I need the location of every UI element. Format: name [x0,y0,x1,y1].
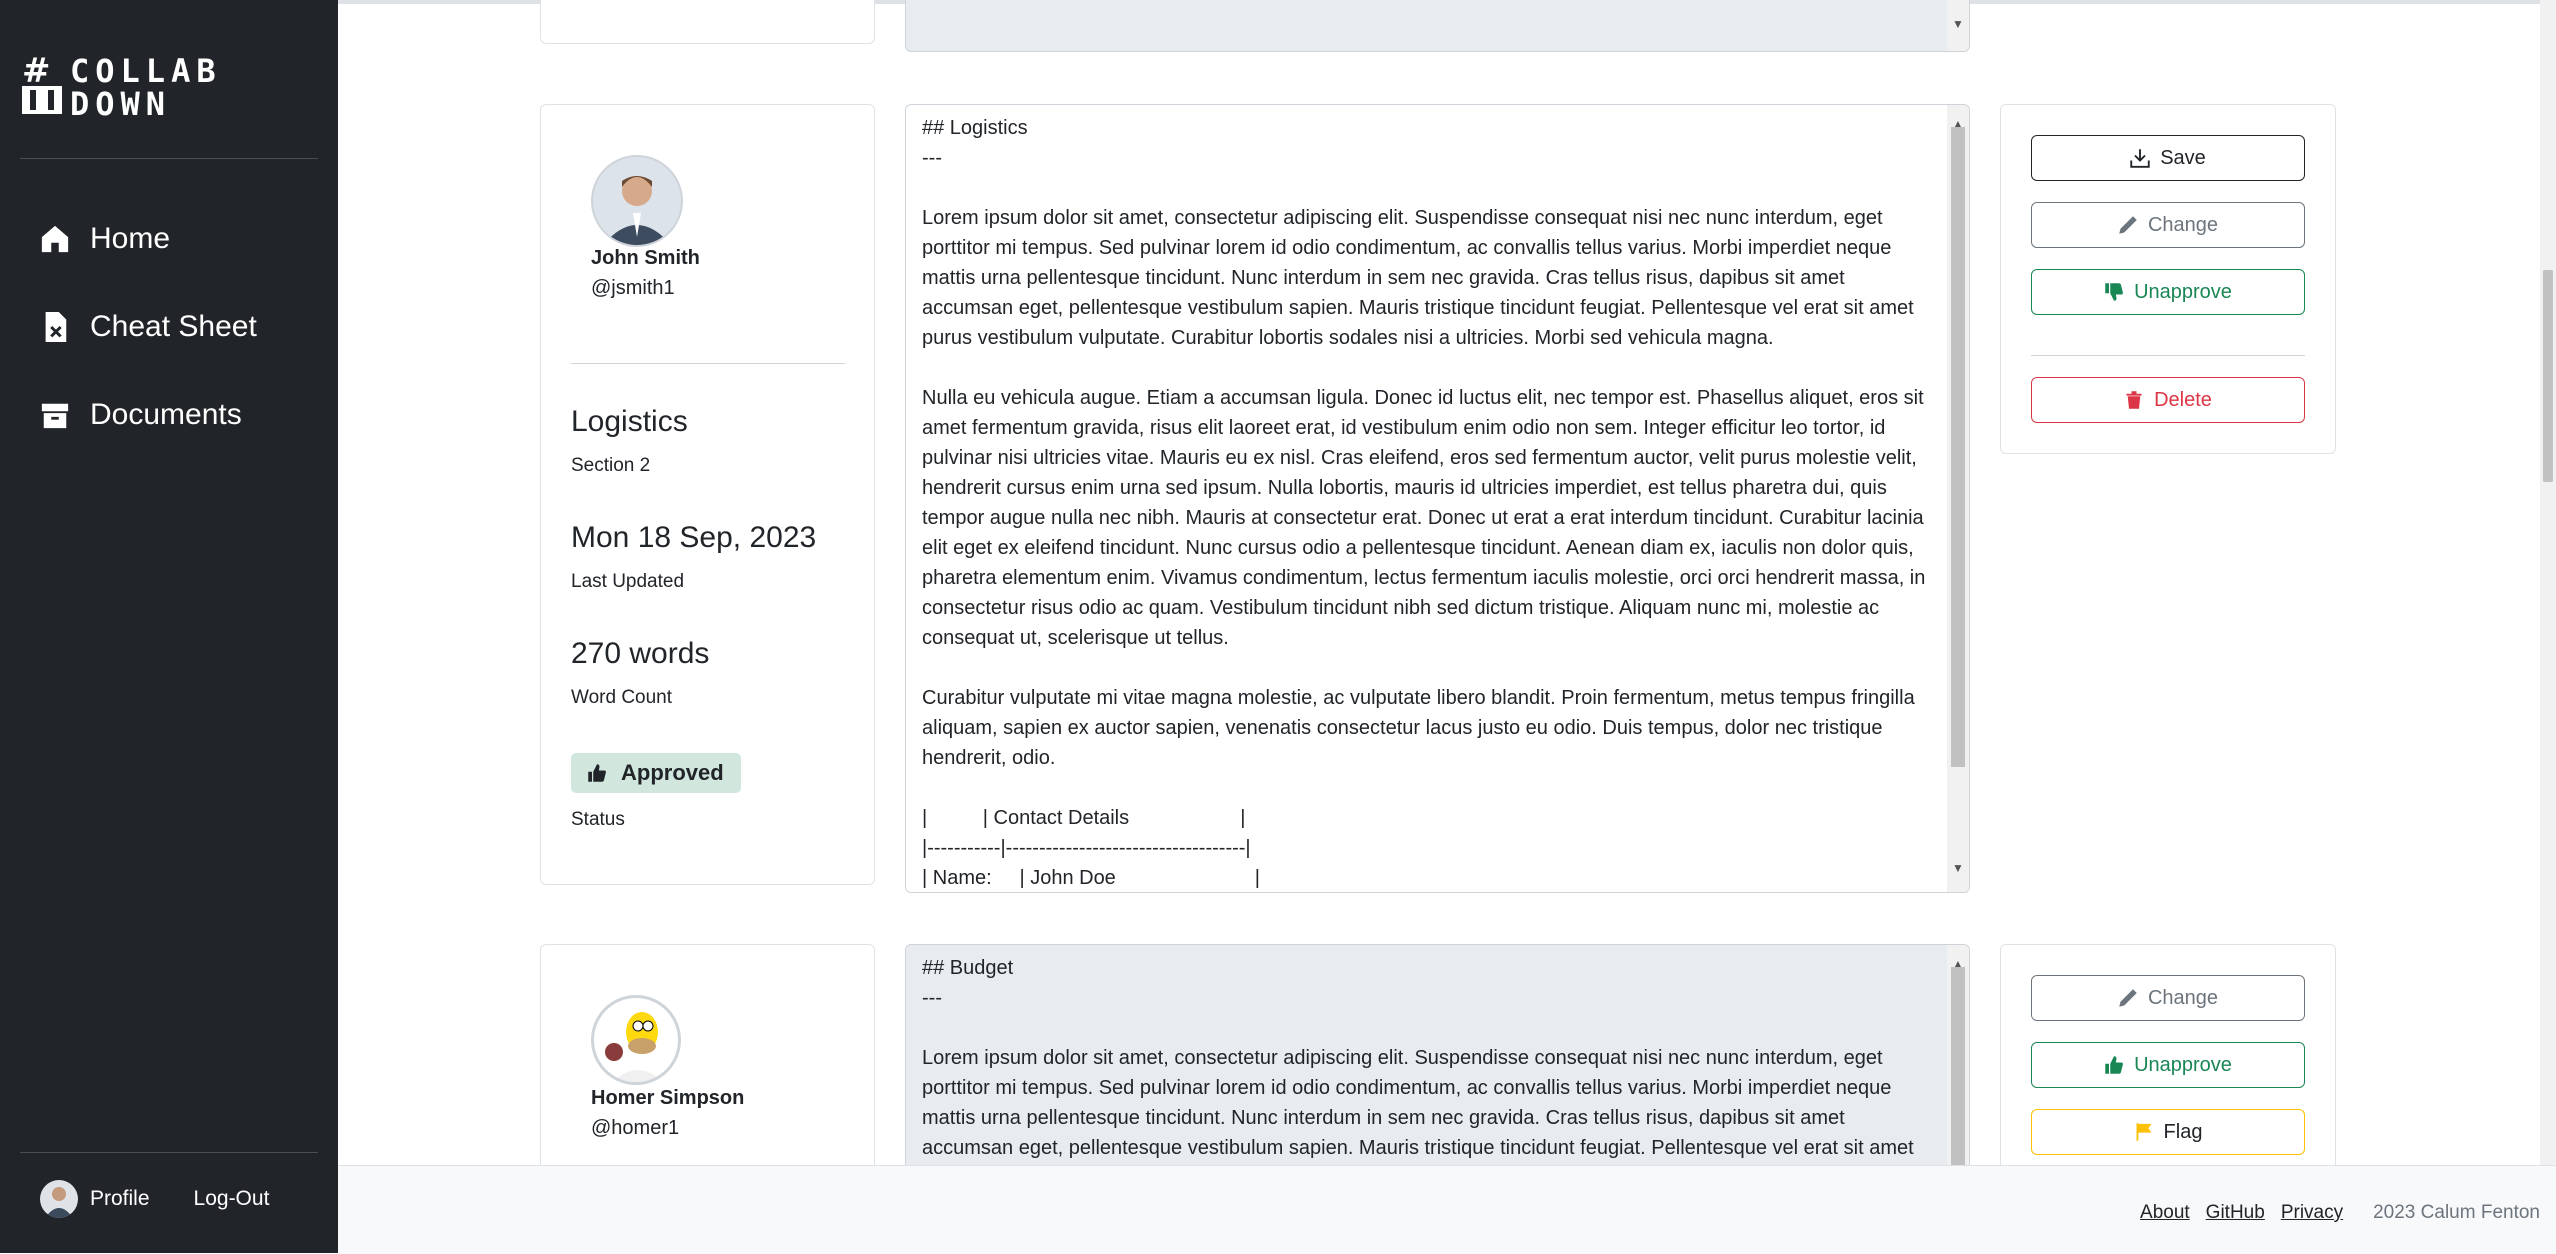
sidebar-item-home[interactable]: Home [40,222,170,256]
save-button[interactable]: Save [2031,135,2305,181]
download-icon [2130,149,2150,168]
editor-previous[interactable]: ▼ [905,0,1970,52]
privacy-link[interactable]: Privacy [2281,1202,2343,1224]
logout-link[interactable]: Log-Out [194,1187,270,1211]
sidebar-divider [20,158,318,159]
page-scroll-thumb[interactable] [2543,270,2553,482]
thumbs-up-icon [588,764,606,782]
profile-link[interactable]: Profile [90,1187,150,1211]
scroll-down-arrow[interactable]: ▼ [1951,853,1965,883]
scroll-down-arrow[interactable]: ▼ [1951,9,1965,39]
scroll-thumb[interactable] [1951,967,1965,1183]
svg-text:DOWN: DOWN [70,85,171,116]
sidebar-item-cheat-sheet[interactable]: Cheat Sheet [40,310,257,344]
status-badge: Approved [571,753,741,793]
section-subtitle: Section 2 [571,455,651,476]
unapprove-button[interactable]: Unapprove [2031,269,2305,315]
editor-scrollbar[interactable]: ▲ ▼ [1947,105,1969,892]
flag-icon [2136,1123,2152,1141]
sidebar-divider [20,1152,318,1153]
delete-button[interactable]: Delete [2031,377,2305,423]
last-updated-date: Mon 18 Sep, 2023 [571,521,817,554]
file-x-icon [45,312,67,342]
avatar [591,995,681,1085]
status-label: Status [571,809,625,830]
home-icon [41,225,69,253]
about-link[interactable]: About [2140,1202,2190,1224]
markdown-editor[interactable]: ## Logistics --- Lorem ipsum dolor sit a… [905,104,1970,893]
sidebar-item-label: Cheat Sheet [90,310,257,343]
author-handle: @homer1 [591,1117,680,1139]
pencil-icon [2119,989,2137,1007]
unapprove-button[interactable]: Unapprove [2031,1042,2305,1088]
thumbs-up-icon [2105,1056,2123,1074]
copyright: 2023 Calum Fenton [2373,1202,2540,1223]
author-handle: @jsmith1 [591,277,675,299]
author-name: Homer Simpson [591,1087,745,1109]
sidebar: # COLLAB DOWN Home Cheat Sheet Documents… [0,0,338,1253]
scroll-thumb[interactable] [1951,127,1965,767]
avatar[interactable] [40,1180,78,1218]
github-link[interactable]: GitHub [2206,1202,2265,1224]
editor-scrollbar[interactable]: ▲ [1947,945,1969,1183]
card-divider [571,363,845,364]
author-name: John Smith [591,247,700,269]
sidebar-footer: Profile Log-Out [40,1180,269,1218]
section-title: Logistics [571,405,688,438]
word-count-label: Word Count [571,687,673,708]
change-button[interactable]: Change [2031,975,2305,1021]
footer: About GitHub Privacy 2023 Calum Fenton [338,1165,2556,1254]
author-card: Homer Simpson @homer1 [540,944,875,1184]
svg-text:#: # [22,52,53,91]
flag-button[interactable]: Flag [2031,1109,2305,1155]
markdown-editor[interactable]: ## Budget --- Lorem ipsum dolor sit amet… [905,944,1970,1184]
avatar [591,155,683,247]
actions-divider [2031,355,2305,356]
page-scrollbar[interactable] [2540,0,2556,1165]
author-card-previous [540,0,875,44]
pencil-icon [2119,216,2137,234]
word-count: 270 words [571,637,710,670]
sidebar-item-label: Documents [90,398,242,431]
collabdown-logo[interactable]: # COLLAB DOWN [22,52,318,116]
change-button[interactable]: Change [2031,202,2305,248]
footer-links: About GitHub Privacy 2023 Calum Fenton [2140,1202,2540,1224]
archive-icon [41,403,69,429]
last-updated-label: Last Updated [571,571,685,592]
sidebar-item-label: Home [90,222,171,255]
thumbs-down-icon [2105,283,2123,301]
editor-scrollbar[interactable]: ▼ [1947,0,1969,51]
trash-icon [2126,391,2142,409]
sidebar-item-documents[interactable]: Documents [40,398,242,432]
editor-content[interactable]: ## Logistics --- Lorem ipsum dolor sit a… [922,113,1929,892]
editor-content[interactable]: ## Budget --- Lorem ipsum dolor sit amet… [922,953,1929,1183]
